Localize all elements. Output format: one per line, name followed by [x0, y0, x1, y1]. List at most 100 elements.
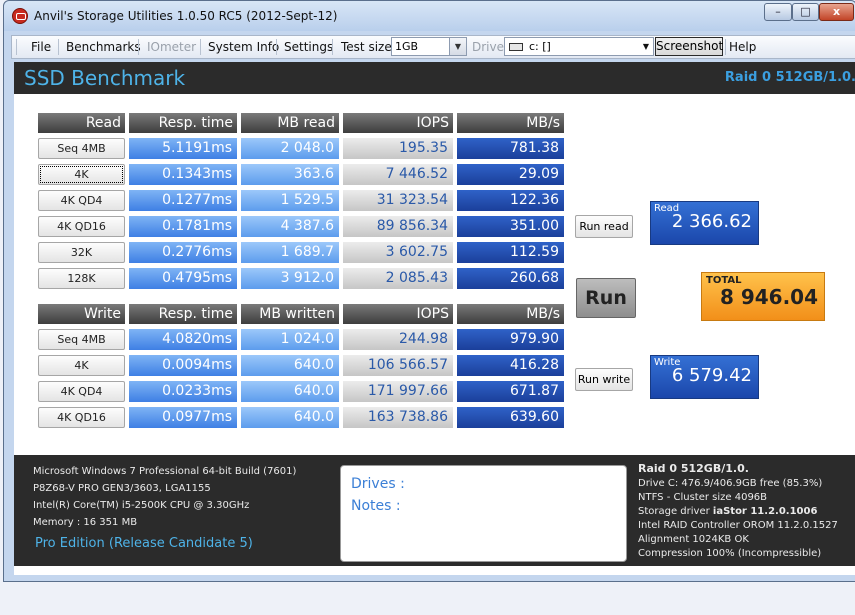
run-4k-qd16-read-button[interactable]: 4K QD16: [38, 216, 125, 237]
resp-time-cell: 0.0094ms: [129, 355, 237, 376]
mbs-cell: 112.59: [457, 242, 564, 263]
iops-header: IOPS: [343, 304, 453, 324]
menu-separator: [138, 39, 139, 55]
dropdown-arrow-icon: ▼: [642, 42, 649, 51]
mb-read-cell: 363.6: [241, 164, 339, 185]
mbs-cell: 29.09: [457, 164, 564, 185]
menu-separator: [332, 39, 333, 55]
iops-header: IOPS: [343, 113, 453, 133]
mb-read-cell: 1 689.7: [241, 242, 339, 263]
menu-system-info[interactable]: System Info: [208, 39, 279, 55]
notes-label: Notes :: [351, 498, 401, 514]
cpu-info: Intel(R) Core(TM) i5-2500K CPU @ 3.30GHz: [33, 500, 250, 511]
run-128k-read-button[interactable]: 128K: [38, 268, 125, 289]
test-size-label: Test size: [341, 40, 392, 54]
mbs-cell: 979.90: [457, 329, 564, 350]
mb-written-header: MB written: [241, 304, 339, 324]
mbs-header: MB/s: [457, 304, 564, 324]
iops-cell: 244.98: [343, 329, 453, 350]
run-seq-4mb-write-button[interactable]: Seq 4MB: [38, 329, 125, 350]
resp-time-cell: 0.1277ms: [129, 190, 237, 211]
read-score-value: 2 366.62: [671, 211, 752, 232]
resp-time-header: Resp. time: [129, 304, 237, 324]
menu-benchmarks[interactable]: Benchmarks: [66, 39, 141, 55]
raid-info-title: Raid 0 512GB/1.0.: [638, 462, 749, 475]
mb-written-cell: 640.0: [241, 407, 339, 428]
menu-separator: [276, 39, 277, 55]
controller-info: Intel RAID Controller OROM 11.2.0.1527: [638, 520, 838, 531]
motherboard-info: P8Z68-V PRO GEN3/3603, LGA1155: [33, 483, 211, 494]
total-score-value: 8 946.04: [719, 285, 818, 309]
maximize-button[interactable]: □: [792, 3, 819, 21]
drive-value: c: []: [529, 40, 551, 53]
app-title: SSD Benchmark: [24, 66, 186, 90]
system-info-footer: Microsoft Windows 7 Professional 64-bit …: [14, 455, 855, 566]
run-read-button[interactable]: Run read: [575, 215, 633, 238]
mbs-cell: 671.87: [457, 381, 564, 402]
run-seq-4mb-read-button[interactable]: Seq 4MB: [38, 138, 125, 159]
mb-read-cell: 2 048.0: [241, 138, 339, 159]
run-4k-qd4-write-button[interactable]: 4K QD4: [38, 381, 125, 402]
iops-cell: 3 602.75: [343, 242, 453, 263]
close-button[interactable]: x: [819, 3, 854, 21]
iops-cell: 31 323.54: [343, 190, 453, 211]
drive-select[interactable]: c: [] ▼: [504, 37, 654, 56]
run-4k-read-button[interactable]: 4K: [38, 164, 125, 185]
run-4k-write-button[interactable]: 4K: [38, 355, 125, 376]
memory-info: Memory : 16 351 MB: [33, 517, 138, 528]
resp-time-cell: 0.0977ms: [129, 407, 237, 428]
resp-time-cell: 4.0820ms: [129, 329, 237, 350]
run-write-button[interactable]: Run write: [575, 368, 633, 391]
iops-cell: 106 566.57: [343, 355, 453, 376]
menu-settings[interactable]: Settings: [284, 39, 333, 55]
anvil-app-icon: [12, 8, 28, 24]
write-header: Write: [38, 304, 125, 324]
storage-driver-label: Storage driver: [638, 506, 713, 517]
iops-cell: 163 738.86: [343, 407, 453, 428]
hard-drive-icon: [509, 43, 523, 51]
resp-time-cell: 0.0233ms: [129, 381, 237, 402]
run-32k-read-button[interactable]: 32K: [38, 242, 125, 263]
screenshot-button[interactable]: Screenshot: [655, 37, 723, 56]
resp-time-cell: 0.1781ms: [129, 216, 237, 237]
mbs-cell: 351.00: [457, 216, 564, 237]
resp-time-cell: 0.1343ms: [129, 164, 237, 185]
mb-read-cell: 1 529.5: [241, 190, 339, 211]
menu-bar: File Benchmarks IOmeter System Info Sett…: [11, 35, 855, 59]
menu-help[interactable]: Help: [729, 39, 756, 55]
menu-file[interactable]: File: [31, 39, 51, 55]
mbs-cell: 416.28: [457, 355, 564, 376]
test-size-value: 1GB: [395, 40, 419, 53]
run-4k-qd16-write-button[interactable]: 4K QD16: [38, 407, 125, 428]
resp-time-header: Resp. time: [129, 113, 237, 133]
mbs-cell: 122.36: [457, 190, 564, 211]
drive-c-info: Drive C: 476.9/406.9GB free (85.3%): [638, 478, 823, 489]
app-header: SSD Benchmark Raid 0 512GB/1.0.: [14, 62, 855, 94]
iops-cell: 89 856.34: [343, 216, 453, 237]
app-window: Anvil's Storage Utilities 1.0.50 RC5 (20…: [3, 0, 855, 582]
iops-cell: 2 085.43: [343, 268, 453, 289]
menu-separator: [58, 39, 59, 55]
iops-cell: 195.35: [343, 138, 453, 159]
resp-time-cell: 0.2776ms: [129, 242, 237, 263]
iops-cell: 171 997.66: [343, 381, 453, 402]
benchmark-panel: SSD Benchmark Raid 0 512GB/1.0. Read Res…: [14, 62, 855, 575]
storage-driver-info: Storage driver iaStor 11.2.0.1006: [638, 506, 817, 517]
mbs-header: MB/s: [457, 113, 564, 133]
iops-cell: 7 446.52: [343, 164, 453, 185]
resp-time-cell: 0.4795ms: [129, 268, 237, 289]
menu-separator: [725, 39, 726, 55]
mb-read-cell: 3 912.0: [241, 268, 339, 289]
alignment-info: Alignment 1024KB OK: [638, 534, 749, 545]
compression-info: Compression 100% (Incompressible): [638, 548, 822, 559]
run-4k-qd4-read-button[interactable]: 4K QD4: [38, 190, 125, 211]
mb-written-cell: 640.0: [241, 355, 339, 376]
mbs-cell: 260.68: [457, 268, 564, 289]
dropdown-arrow-icon: ▼: [449, 38, 466, 55]
test-size-select[interactable]: 1GB ▼: [391, 37, 467, 56]
minimize-button[interactable]: –: [764, 3, 792, 21]
notes-box[interactable]: Drives : Notes :: [340, 465, 627, 562]
menu-iometer[interactable]: IOmeter: [147, 39, 196, 55]
write-score: Write 6 579.42: [650, 355, 759, 399]
run-button[interactable]: Run: [576, 278, 636, 318]
